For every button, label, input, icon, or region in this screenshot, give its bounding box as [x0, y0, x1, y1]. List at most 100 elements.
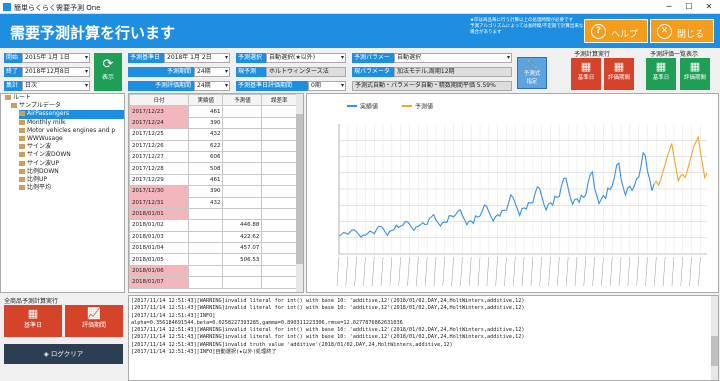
- cell-actual[interactable]: [187, 264, 224, 278]
- tree-item[interactable]: 比例平均: [19, 184, 124, 192]
- cell-forecast[interactable]: [222, 276, 263, 289]
- cell-err[interactable]: [261, 150, 297, 164]
- cell-err[interactable]: [261, 253, 297, 266]
- forecast-select[interactable]: 自動選択(★以外): [266, 53, 346, 63]
- column-header[interactable]: 日付: [129, 93, 189, 107]
- cell-forecast[interactable]: [222, 128, 263, 141]
- tree-item[interactable]: Motor vehicles engines and p: [19, 127, 124, 135]
- cell-date[interactable]: 2017/12/24: [129, 116, 189, 130]
- cell-forecast[interactable]: [222, 105, 263, 118]
- cell-forecast[interactable]: [222, 173, 263, 187]
- maximize-icon[interactable]: ☐: [682, 1, 696, 13]
- cell-date[interactable]: 2018/01/04: [129, 242, 189, 255]
- cell-forecast[interactable]: [222, 150, 263, 164]
- cell-actual[interactable]: [187, 230, 224, 244]
- column-header[interactable]: 実績値: [187, 93, 224, 107]
- formula-button[interactable]: 📎 予測式 指定: [517, 57, 547, 89]
- cell-date[interactable]: 2018/01/01: [129, 207, 189, 221]
- cell-date[interactable]: 2017/12/26: [129, 139, 189, 152]
- tree-item[interactable]: Monthly milk: [19, 119, 124, 127]
- cell-forecast[interactable]: [222, 162, 263, 175]
- tree-item[interactable]: サイン波DOWN: [19, 151, 124, 159]
- table-row[interactable]: 2017/12/27 606: [129, 150, 297, 164]
- cell-actual[interactable]: 432: [187, 196, 224, 209]
- cell-actual[interactable]: [187, 219, 224, 232]
- cell-actual[interactable]: [187, 276, 224, 289]
- cell-forecast[interactable]: [222, 185, 263, 198]
- cell-actual[interactable]: 432: [187, 128, 224, 141]
- data-grid[interactable]: 日付 実績値 予測値 誤差率 2017/12/23 461 2017/12/24 390 20…: [128, 93, 304, 293]
- log-panel[interactable]: [2017/11/14 12:51:43][WARNING]invalid li…: [128, 295, 719, 381]
- cell-err[interactable]: [261, 139, 297, 152]
- cell-actual[interactable]: 461: [187, 105, 224, 118]
- table-row[interactable]: 2017/12/25 432: [129, 128, 297, 141]
- cell-date[interactable]: 2017/12/27: [129, 150, 189, 164]
- cell-date[interactable]: 2018/01/02: [129, 219, 189, 232]
- cell-err[interactable]: [261, 162, 297, 175]
- cell-err[interactable]: [261, 105, 297, 118]
- cell-date[interactable]: 2017/12/30: [129, 185, 189, 198]
- cell-date[interactable]: 2018/01/07: [129, 276, 189, 289]
- cell-err[interactable]: [261, 276, 297, 289]
- grid-scroll-thumb[interactable]: [296, 114, 303, 264]
- cell-forecast[interactable]: 422.62: [222, 230, 263, 244]
- cell-err[interactable]: [261, 128, 297, 141]
- cell-err[interactable]: [261, 207, 297, 221]
- cell-forecast[interactable]: [222, 116, 263, 130]
- cell-date[interactable]: 2018/01/05: [129, 253, 189, 266]
- minimize-icon[interactable]: ─: [662, 1, 676, 13]
- cell-date[interactable]: 2018/01/03: [129, 230, 189, 244]
- cell-err[interactable]: [261, 173, 297, 187]
- start-date-picker[interactable]: 2015年 1月 1日: [22, 53, 90, 63]
- cell-date[interactable]: 2017/12/28: [129, 162, 189, 175]
- cell-date[interactable]: 2017/12/25: [129, 128, 189, 141]
- cell-forecast[interactable]: [222, 139, 263, 152]
- tree-item[interactable]: 比例UP: [19, 176, 124, 184]
- tree-group[interactable]: サンプルデータ: [11, 102, 124, 110]
- cell-actual[interactable]: [187, 242, 224, 255]
- column-header[interactable]: 予測値: [222, 93, 263, 107]
- table-row[interactable]: 2017/12/29 461: [129, 173, 297, 187]
- period-select[interactable]: 24期: [194, 67, 230, 77]
- exec-base-button[interactable]: ▦ 基準日: [571, 58, 601, 90]
- cell-actual[interactable]: 461: [187, 173, 224, 187]
- table-row[interactable]: 2017/12/26 622: [129, 139, 297, 152]
- cell-forecast[interactable]: [222, 207, 263, 221]
- cell-err[interactable]: [261, 219, 297, 232]
- cell-date[interactable]: 2017/12/29: [129, 173, 189, 187]
- cell-err[interactable]: [261, 185, 297, 198]
- tree-root[interactable]: ルート: [5, 94, 124, 102]
- exec-eval-button[interactable]: ▦ 評価期間: [604, 58, 634, 90]
- table-row[interactable]: 2018/01/03 422.62: [129, 230, 297, 244]
- view-base-button[interactable]: ▦ 基準日: [646, 58, 676, 90]
- cell-forecast[interactable]: [222, 196, 263, 209]
- cell-forecast[interactable]: 506.53: [222, 253, 263, 266]
- close-button[interactable]: ✕ 閉じる: [650, 19, 714, 43]
- log-scrollbar[interactable]: [711, 296, 718, 380]
- eval-base-select[interactable]: 0期: [308, 81, 346, 91]
- param-select[interactable]: 自動選択: [394, 53, 512, 63]
- log-scroll-thumb[interactable]: [711, 336, 718, 366]
- table-row[interactable]: 2017/12/31 432: [129, 196, 297, 209]
- table-row[interactable]: 2017/12/23 461: [129, 105, 297, 118]
- cell-err[interactable]: [261, 264, 297, 278]
- cell-err[interactable]: [261, 196, 297, 209]
- cell-err[interactable]: [261, 116, 297, 130]
- table-row[interactable]: 2018/01/01: [129, 207, 297, 221]
- cell-actual[interactable]: [187, 253, 224, 266]
- log-clear-button[interactable]: ◈ ログクリア: [4, 344, 123, 364]
- view-eval-button[interactable]: ▦ 評価期間: [680, 58, 710, 90]
- table-row[interactable]: 2018/01/04 457.07: [129, 242, 297, 255]
- end-date-picker[interactable]: 2018年12月8日: [22, 67, 90, 77]
- tree-item[interactable]: サイン波UP: [19, 160, 124, 168]
- show-button[interactable]: ⟳ 表示: [94, 53, 122, 91]
- tree-item[interactable]: 比例DOWN: [19, 168, 124, 176]
- cell-actual[interactable]: 508: [187, 162, 224, 175]
- base-date-picker[interactable]: 2018年 1月 2日: [164, 53, 230, 63]
- agg-select[interactable]: 日次: [22, 81, 90, 91]
- table-row[interactable]: 2018/01/02 446.88: [129, 219, 297, 232]
- window-close-icon[interactable]: ✕: [702, 1, 716, 13]
- cell-actual[interactable]: 622: [187, 139, 224, 152]
- help-button[interactable]: ? ヘルプ: [584, 19, 648, 43]
- product-tree[interactable]: ルート サンプルデータ AirPassengers Monthly milk Mot…: [0, 93, 125, 293]
